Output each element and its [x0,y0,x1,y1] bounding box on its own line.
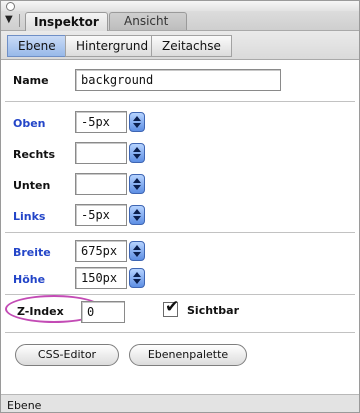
oben-label: Oben [13,117,46,130]
separator [5,232,355,233]
breite-stepper[interactable] [129,241,145,261]
zindex-input[interactable]: 0 [81,301,125,323]
links-input[interactable]: -5px [75,204,127,226]
rechts-label: Rechts [13,148,56,161]
css-editor-button[interactable]: CSS-Editor [15,344,119,366]
collapse-arrow-icon[interactable]: ▼ [5,14,13,25]
tab-zeitachse[interactable]: Zeitachse [151,35,232,57]
unten-stepper[interactable] [129,174,145,194]
separator [5,332,355,333]
breite-label: Breite [13,246,51,259]
stepper-down-icon[interactable] [133,185,141,190]
tab-inspektor[interactable]: Inspektor [25,12,108,31]
links-stepper[interactable] [129,205,145,225]
sub-tab-row: Ebene Hintergrund Zeitachse [1,31,359,60]
status-bar: Ebene [1,394,359,412]
window-circle-icon[interactable] [6,2,15,11]
unten-input[interactable] [75,173,127,195]
stepper-up-icon[interactable] [133,272,141,277]
tab-divider [19,14,20,27]
unten-label: Unten [13,179,51,192]
tab-ebene[interactable]: Ebene [7,35,67,57]
stepper-up-icon[interactable] [133,116,141,121]
stepper-down-icon[interactable] [133,123,141,128]
name-input[interactable]: background [75,69,281,91]
breite-input[interactable]: 675px [75,240,127,262]
stepper-up-icon[interactable] [133,209,141,214]
hoehe-label: Höhe [13,273,46,286]
rechts-input[interactable] [75,142,127,164]
title-bar [1,1,359,11]
tab-ansicht[interactable]: Ansicht [109,12,188,30]
stepper-down-icon[interactable] [133,252,141,257]
oben-stepper[interactable] [129,112,145,132]
stepper-down-icon[interactable] [133,154,141,159]
stepper-up-icon[interactable] [133,245,141,250]
separator [5,101,355,102]
zindex-label: Z-Index [17,305,64,318]
checkmark-icon: ✔ [165,297,180,317]
stepper-down-icon[interactable] [133,279,141,284]
stepper-up-icon[interactable] [133,178,141,183]
tab-hintergrund[interactable]: Hintergrund [65,35,160,57]
rechts-stepper[interactable] [129,143,145,163]
stepper-down-icon[interactable] [133,216,141,221]
sichtbar-label[interactable]: Sichtbar [187,304,239,317]
top-tab-row: ▼ Inspektor Ansicht [1,11,359,31]
sichtbar-checkbox[interactable]: ✔ [163,297,179,317]
inspector-content: Name background Oben -5px Rechts Unten L… [1,60,359,394]
hoehe-input[interactable]: 150px [75,267,127,289]
stepper-up-icon[interactable] [133,147,141,152]
ebenenpalette-button[interactable]: Ebenenpalette [129,344,247,366]
status-text: Ebene [7,399,42,412]
links-label: Links [13,210,46,223]
name-label: Name [13,74,49,87]
hoehe-stepper[interactable] [129,268,145,288]
inspector-window: ▼ Inspektor Ansicht Ebene Hintergrund Ze… [0,0,360,413]
oben-input[interactable]: -5px [75,111,127,133]
